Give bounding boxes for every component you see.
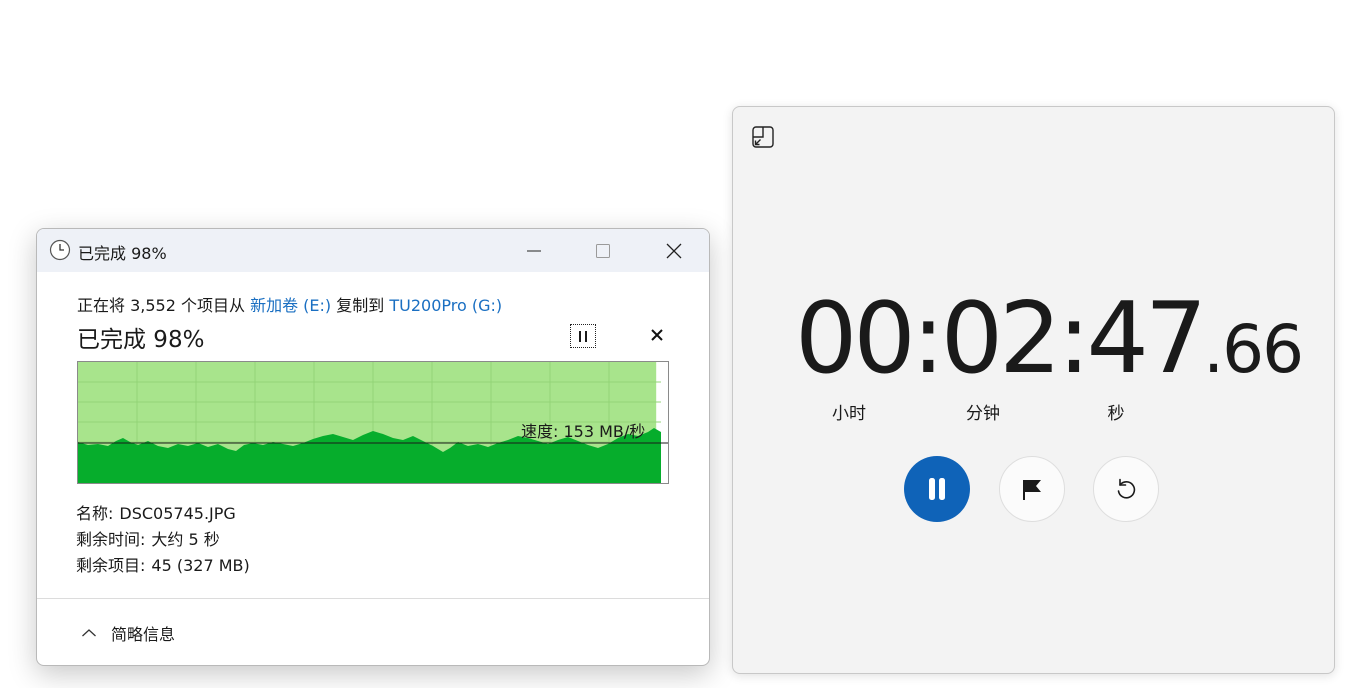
hours-label: 小时	[832, 404, 866, 424]
detail-items-remaining: 剩余项目: 45 (327 MB)	[76, 552, 250, 576]
less-details-toggle[interactable]: 简略信息	[81, 621, 175, 645]
flag-icon	[1023, 480, 1041, 500]
clock-icon	[49, 239, 71, 261]
maximize-icon	[596, 243, 610, 258]
reset-icon	[1117, 478, 1136, 499]
time-seconds: 47	[1086, 282, 1207, 396]
compact-overlay-icon[interactable]	[751, 125, 775, 149]
destination-link[interactable]: TU200Pro (G:)	[389, 296, 502, 315]
close-icon	[666, 243, 682, 258]
pause-icon	[579, 330, 581, 342]
divider	[37, 598, 709, 599]
pause-icon	[929, 478, 945, 500]
less-details-label: 简略信息	[111, 625, 176, 644]
chevron-up-icon	[82, 629, 96, 637]
detail-label: 剩余项目:	[76, 556, 146, 575]
time-minutes: 02	[940, 282, 1062, 396]
speed-label: 速度: 153 MB/秒	[521, 422, 646, 441]
stopwatch-window: 00:02:47.66 小时 分钟 秒	[732, 106, 1335, 674]
minimize-icon	[527, 250, 541, 251]
copy-summary: 正在将 3,552 个项目从 新加卷 (E:) 复制到 TU200Pro (G:…	[77, 292, 502, 316]
lap-button[interactable]	[999, 456, 1065, 522]
detail-name: 名称: DSC05745.JPG	[76, 500, 236, 524]
time-centiseconds: 66	[1222, 311, 1304, 388]
seconds-label: 秒	[1107, 404, 1125, 424]
cancel-icon[interactable]	[647, 325, 667, 345]
pause-copy-button[interactable]	[570, 324, 596, 348]
reset-button[interactable]	[1093, 456, 1159, 522]
detail-label: 名称:	[76, 504, 114, 523]
close-button[interactable]	[641, 229, 707, 272]
source-link[interactable]: 新加卷 (E:)	[250, 296, 331, 315]
progress-heading: 已完成 98%	[77, 327, 205, 353]
maximize-button[interactable]	[570, 229, 636, 272]
detail-label: 剩余时间:	[76, 530, 146, 549]
summary-prefix: 正在将 3,552 个项目从	[77, 296, 251, 315]
detail-value: 大约 5 秒	[151, 530, 220, 549]
summary-mid: 复制到	[331, 296, 390, 315]
minimize-button[interactable]	[501, 229, 567, 272]
minutes-label: 分钟	[966, 404, 1000, 424]
file-copy-dialog: 已完成 98% 正在将 3,552 个项目从 新加卷 (E:) 复制到 TU20…	[36, 228, 710, 666]
detail-time-remaining: 剩余时间: 大约 5 秒	[76, 526, 220, 550]
detail-value: DSC05745.JPG	[119, 504, 236, 523]
elapsed-time: 00:02:47.66	[795, 282, 1304, 396]
detail-value: 45 (327 MB)	[151, 556, 250, 575]
time-hours: 00	[795, 282, 916, 396]
title-bar[interactable]: 已完成 98%	[37, 229, 709, 272]
pause-button[interactable]	[904, 456, 970, 522]
window-title: 已完成 98%	[78, 244, 167, 263]
